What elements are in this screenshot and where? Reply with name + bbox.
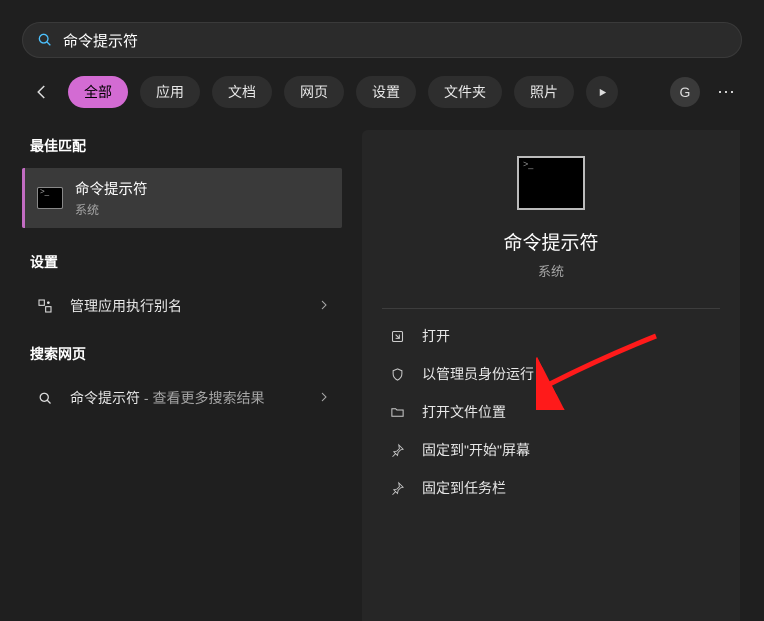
results-left-column: 最佳匹配 命令提示符 系统 设置 管理应用执行别名 搜索网页 命令提示符 - 查… (22, 130, 342, 420)
divider (382, 308, 720, 309)
settings-header: 设置 (22, 246, 342, 284)
action-label: 固定到"开始"屏幕 (422, 440, 530, 460)
best-match-subtitle: 系统 (75, 201, 148, 218)
action-run-as-admin[interactable]: 以管理员身份运行 (382, 355, 720, 393)
search-icon (37, 32, 53, 48)
filter-row: 全部 应用 文档 网页 设置 文件夹 照片 G ⋯ (28, 74, 742, 110)
open-icon (386, 329, 408, 344)
action-open[interactable]: 打开 (382, 317, 720, 355)
filter-apps[interactable]: 应用 (140, 76, 200, 108)
best-match-header: 最佳匹配 (22, 130, 342, 168)
filter-settings[interactable]: 设置 (356, 76, 416, 108)
search-icon (34, 391, 56, 406)
search-input[interactable] (63, 32, 727, 49)
action-pin-to-start[interactable]: 固定到"开始"屏幕 (382, 431, 720, 469)
filter-web[interactable]: 网页 (284, 76, 344, 108)
back-button[interactable] (28, 78, 56, 106)
preview-title: 命令提示符 (382, 228, 720, 255)
search-box[interactable] (22, 22, 742, 58)
action-label: 以管理员身份运行 (422, 364, 534, 384)
settings-item-aliases[interactable]: 管理应用执行别名 (22, 284, 342, 328)
pin-icon (386, 443, 408, 458)
preview-panel: 命令提示符 系统 打开 以管理员身份运行 打开文件位置 固定到"开始"屏幕 固定… (362, 130, 740, 621)
cmd-icon (37, 187, 63, 209)
action-open-file-location[interactable]: 打开文件位置 (382, 393, 720, 431)
chevron-right-icon (318, 390, 330, 406)
pin-icon (386, 481, 408, 496)
action-pin-to-taskbar[interactable]: 固定到任务栏 (382, 469, 720, 507)
filter-docs[interactable]: 文档 (212, 76, 272, 108)
best-match-item[interactable]: 命令提示符 系统 (22, 168, 342, 228)
filter-photos[interactable]: 照片 (514, 76, 574, 108)
shield-icon (386, 367, 408, 382)
more-options[interactable]: ⋯ (712, 82, 742, 103)
action-label: 固定到任务栏 (422, 478, 506, 498)
web-header: 搜索网页 (22, 338, 342, 376)
filter-folders[interactable]: 文件夹 (428, 76, 502, 108)
alias-icon (34, 298, 56, 314)
folder-icon (386, 405, 408, 420)
filter-all[interactable]: 全部 (68, 76, 128, 108)
web-item-query: 命令提示符 (70, 390, 140, 406)
preview-app-icon (517, 156, 585, 210)
web-item-suffix: - 查看更多搜索结果 (140, 390, 264, 406)
settings-item-label: 管理应用执行别名 (70, 296, 182, 316)
action-label: 打开 (422, 326, 450, 346)
user-avatar[interactable]: G (670, 77, 700, 107)
preview-subtitle: 系统 (382, 261, 720, 280)
action-label: 打开文件位置 (422, 402, 506, 422)
chevron-right-icon (318, 298, 330, 314)
filter-more-play[interactable] (586, 76, 618, 108)
best-match-title: 命令提示符 (75, 178, 148, 199)
web-search-item[interactable]: 命令提示符 - 查看更多搜索结果 (22, 376, 342, 420)
